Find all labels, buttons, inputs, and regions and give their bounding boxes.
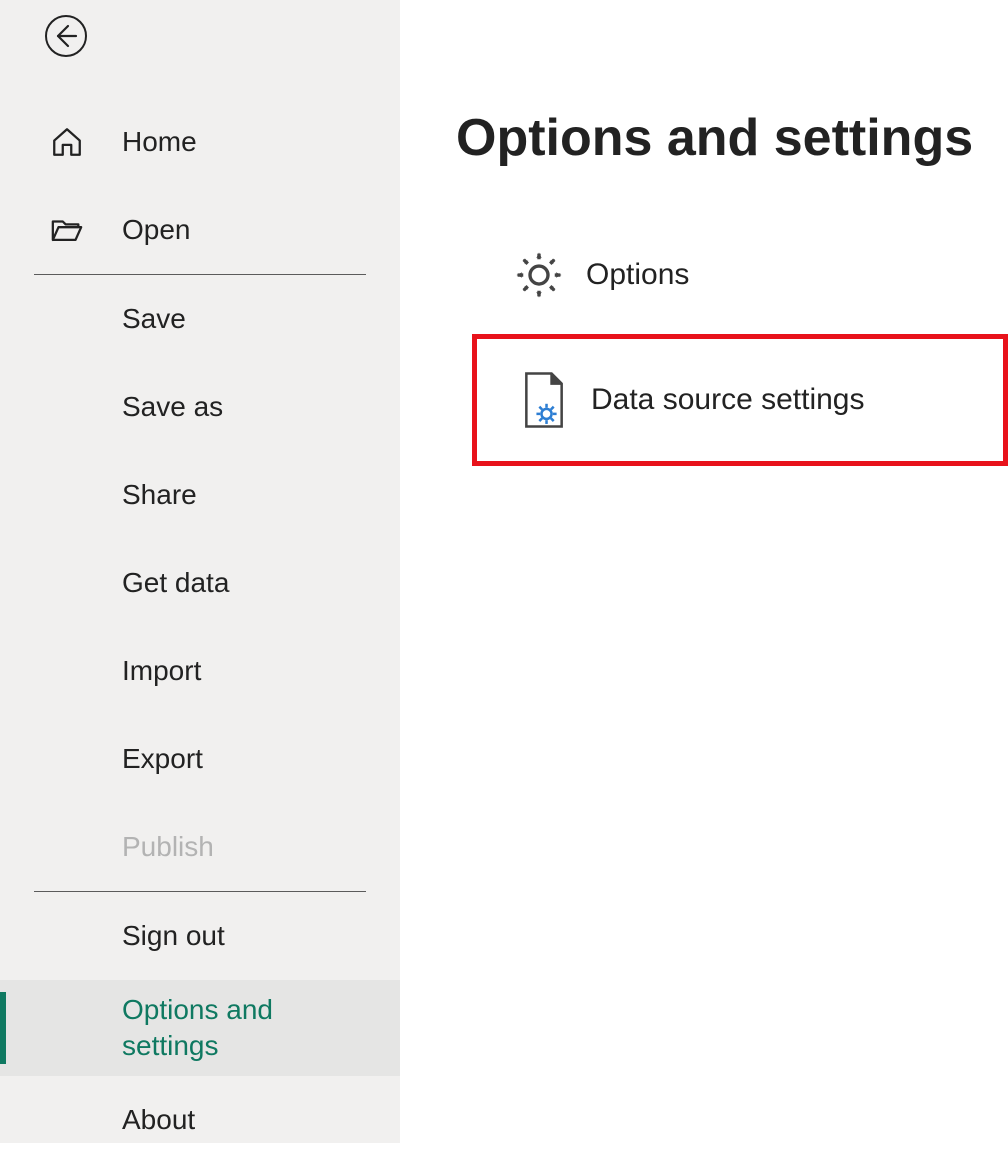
sidebar-item-save-as[interactable]: Save as [0,363,400,451]
sidebar-item-label: Get data [122,567,229,599]
option-item-label: Data source settings [591,383,864,417]
sidebar-item-label: Open [122,214,191,246]
sidebar-item-label: Save as [122,391,223,423]
sidebar-item-label: Options and settings [122,992,322,1065]
option-item-label: Options [586,258,689,292]
sidebar-item-publish: Publish [0,803,400,891]
sidebar-item-open[interactable]: Open [0,186,400,274]
sidebar-item-options-and-settings[interactable]: Options and settings [0,980,400,1076]
sidebar-item-label: Publish [122,831,214,863]
page-title: Options and settings [456,108,1008,168]
sidebar-item-label: Export [122,743,203,775]
sidebar-item-label: Import [122,655,201,687]
sidebar-item-label: About [122,1104,195,1136]
sidebar-item-share[interactable]: Share [0,451,400,539]
home-icon [50,125,122,159]
option-item-data-source-settings[interactable]: Data source settings [472,334,1008,466]
sidebar-item-label: Sign out [122,920,225,952]
gear-icon [492,248,586,302]
sidebar-item-home[interactable]: Home [0,98,400,186]
file-gear-icon [497,371,591,429]
sidebar-item-get-data[interactable]: Get data [0,539,400,627]
folder-open-icon [50,215,122,245]
sidebar-item-export[interactable]: Export [0,715,400,803]
sidebar-item-sign-out[interactable]: Sign out [0,892,400,980]
sidebar-item-label: Share [122,479,197,511]
sidebar: Home Open Save Save as Share Get data Im… [0,0,400,1143]
back-arrow-icon [44,14,88,58]
sidebar-item-label: Home [122,126,197,158]
option-item-options[interactable]: Options [472,216,1008,334]
sidebar-item-import[interactable]: Import [0,627,400,715]
sidebar-item-save[interactable]: Save [0,275,400,363]
sidebar-item-label: Save [122,303,186,335]
main-content: Options and settings Options [400,0,1008,1143]
back-button[interactable] [44,14,88,58]
sidebar-item-about[interactable]: About [0,1076,400,1164]
